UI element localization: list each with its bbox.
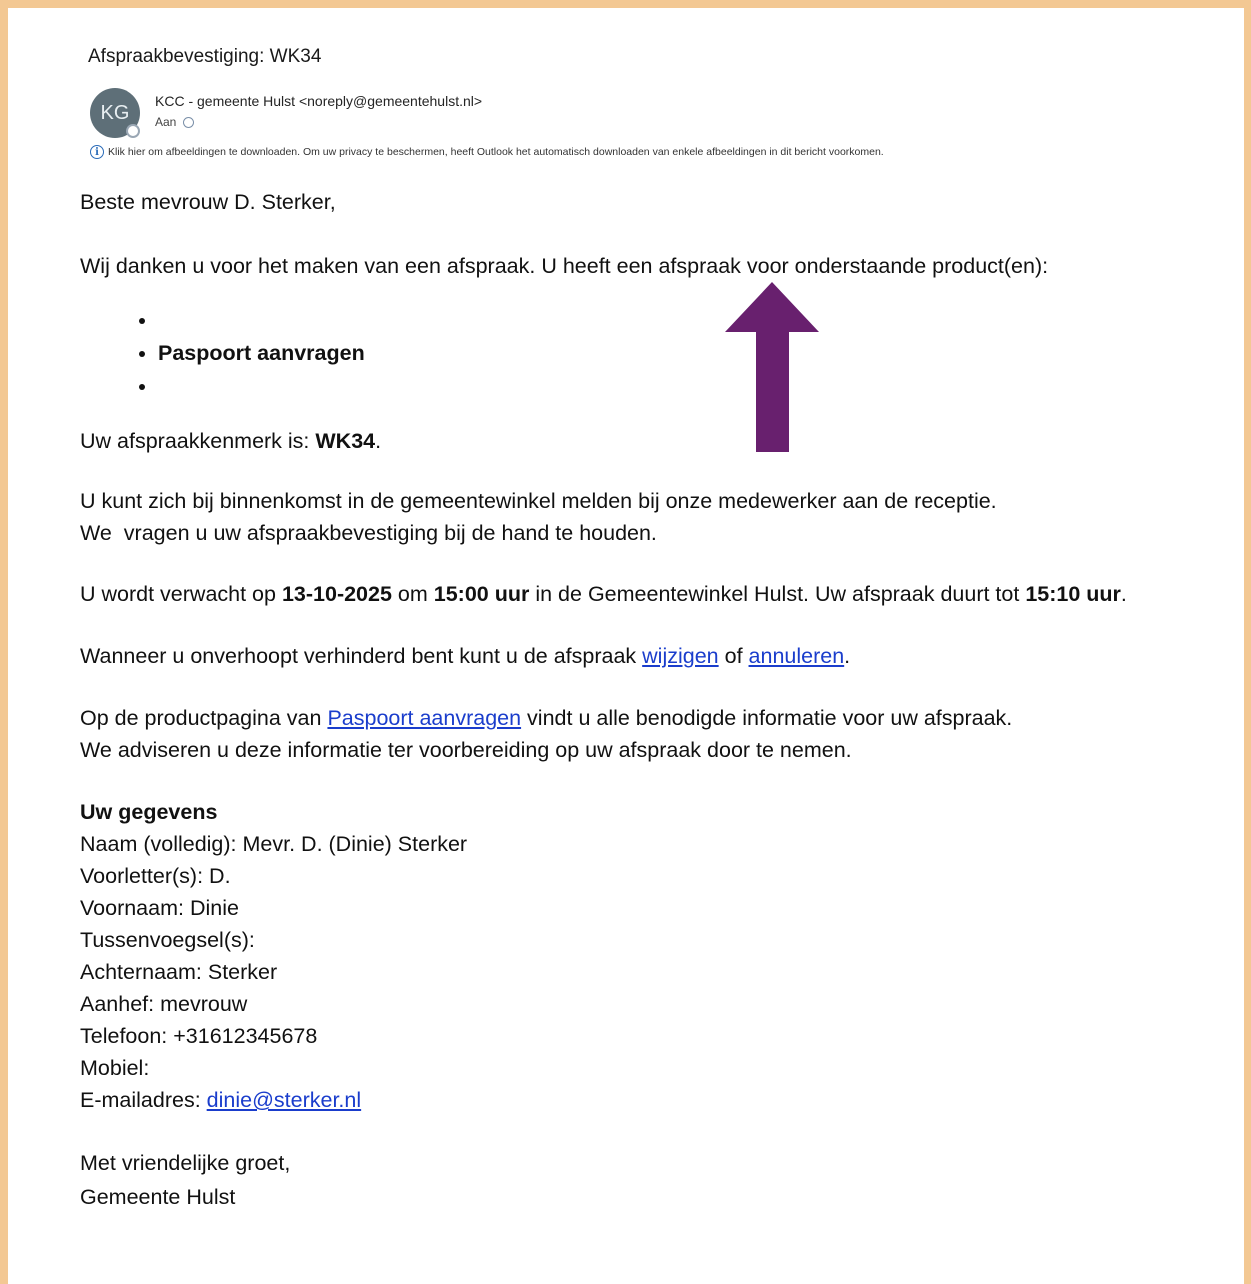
- reference-suffix: .: [375, 429, 382, 453]
- change-text: .: [844, 644, 851, 668]
- info-icon: i: [90, 145, 104, 159]
- product-list: Paspoort aanvragen: [80, 304, 1230, 403]
- detail-line: Achternaam: Sterker: [80, 960, 278, 984]
- report-line-2: We vragen u uw afspraakbevestiging bij d…: [80, 521, 657, 545]
- avatar-initials: KG: [100, 101, 130, 124]
- expect-paragraph: U wordt verwacht op 13-10-2025 om 15:00 …: [80, 578, 1230, 610]
- expect-text: .: [1120, 582, 1127, 606]
- detail-line: Voorletter(s): D.: [80, 864, 231, 888]
- appointment-time: 15:00 uur: [433, 582, 530, 606]
- reference-line: Uw afspraakkenmerk is: WK34.: [80, 425, 1230, 457]
- change-text: of: [718, 644, 749, 668]
- presence-status-icon: [126, 124, 140, 138]
- email-address-line: E-mailadres: dinie@sterker.nl: [80, 1084, 1230, 1116]
- change-appointment-link[interactable]: wijzigen: [642, 644, 718, 668]
- expect-text: U wordt verwacht op: [80, 582, 282, 606]
- product-info-line: Op de productpagina van Paspoort aanvrag…: [80, 702, 1230, 734]
- download-images-bar[interactable]: i Klik hier om afbeeldingen te downloade…: [90, 145, 884, 159]
- detail-line: Naam (volledig): Mevr. D. (Dinie) Sterke…: [80, 832, 468, 856]
- appointment-date: 13-10-2025: [281, 582, 392, 606]
- recipient-circle-icon: [183, 116, 195, 128]
- detail-line: Telefoon: +31612345678: [80, 1024, 318, 1048]
- detail-line: Voornaam: Dinie: [80, 896, 239, 920]
- list-item: Paspoort aanvragen: [158, 337, 1230, 370]
- expect-text: om: [391, 582, 434, 606]
- change-paragraph: Wanneer u onverhoopt verhinderd bent kun…: [80, 640, 1230, 672]
- sender-line[interactable]: KCC - gemeente Hulst <noreply@gemeentehu…: [155, 93, 482, 109]
- greeting: Beste mevrouw D. Sterker,: [80, 190, 336, 214]
- detail-line: Mobiel:: [80, 1056, 150, 1080]
- advice-line: We adviseren u deze informatie ter voorb…: [80, 738, 852, 762]
- list-item: [158, 304, 1230, 337]
- closing: Met vriendelijke groet,: [80, 1151, 291, 1175]
- detail-line: Tussenvoegsel(s):: [80, 928, 255, 952]
- report-line-1: U kunt zich bij binnenkomst in de gemeen…: [80, 489, 997, 513]
- change-text: Wanneer u onverhoopt verhinderd bent kun…: [80, 644, 643, 668]
- email-address-link[interactable]: dinie@sterker.nl: [207, 1088, 361, 1112]
- email-body: Beste mevrouw D. Sterker, Wij danken u v…: [80, 186, 1230, 1213]
- detail-line: Aanhef: mevrouw: [80, 992, 248, 1016]
- expect-text: in de Gemeentewinkel Hulst. Uw afspraak …: [529, 582, 1026, 606]
- email-address-label: E-mailadres:: [80, 1088, 207, 1112]
- cancel-appointment-link[interactable]: annuleren: [749, 644, 845, 668]
- thanks-text: Wij danken u voor het maken van een afsp…: [80, 254, 1049, 278]
- product-info-text: vindt u alle benodigde informatie voor u…: [521, 706, 1013, 730]
- recipient-line: Aan: [155, 115, 195, 129]
- reference-code: WK34: [315, 429, 376, 453]
- info-bar-text[interactable]: Klik hier om afbeeldingen te downloaden.…: [108, 146, 884, 158]
- product-page-link[interactable]: Paspoort aanvragen: [327, 706, 521, 730]
- details-heading: Uw gegevens: [80, 800, 218, 824]
- signature: Gemeente Hulst: [80, 1185, 236, 1209]
- email-subject: Afspraakbevestiging: WK34: [88, 46, 322, 67]
- product-info-text: Op de productpagina van: [80, 706, 328, 730]
- reference-label: Uw afspraakkenmerk is:: [80, 429, 316, 453]
- to-label: Aan: [155, 115, 177, 129]
- email-frame: Afspraakbevestiging: WK34 KG KCC - gemee…: [8, 8, 1244, 1284]
- appointment-end-time: 15:10 uur: [1025, 582, 1121, 606]
- list-item: [158, 370, 1230, 403]
